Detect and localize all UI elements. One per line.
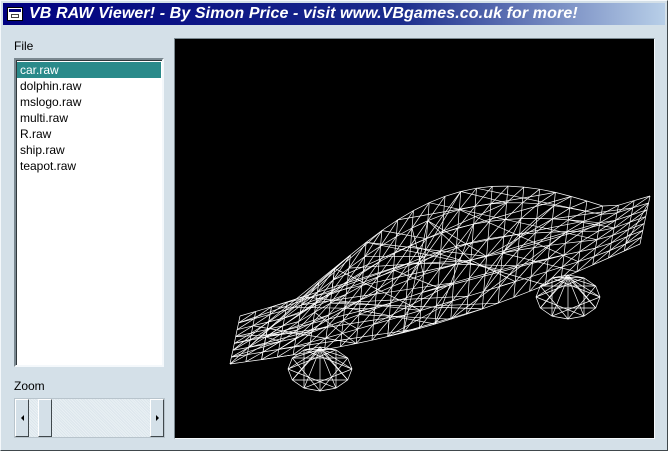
list-item[interactable]: teapot.raw xyxy=(17,158,161,174)
window-title: VB RAW Viewer! - By Simon Price - visit … xyxy=(29,5,578,22)
zoom-label: Zoom xyxy=(14,379,45,393)
list-item[interactable]: mslogo.raw xyxy=(17,94,161,110)
file-list: car.raw dolphin.raw mslogo.raw multi.raw R.r… xyxy=(16,60,162,174)
title-bar[interactable]: VB RAW Viewer! - By Simon Price - visit … xyxy=(3,3,665,25)
app-window-icon[interactable] xyxy=(7,7,23,21)
zoom-thumb[interactable] xyxy=(38,399,52,437)
file-label: File xyxy=(14,39,34,53)
zoom-track[interactable] xyxy=(29,399,150,437)
scroll-left-arrow-icon xyxy=(20,415,24,421)
scroll-right-arrow-icon xyxy=(155,415,159,421)
car-wireframe xyxy=(229,185,651,392)
list-item[interactable]: R.raw xyxy=(17,126,161,142)
list-item[interactable]: dolphin.raw xyxy=(17,78,161,94)
render-viewport[interactable] xyxy=(174,38,655,439)
list-item[interactable]: car.raw xyxy=(17,62,161,78)
zoom-decrease-button[interactable] xyxy=(15,399,29,437)
file-listbox[interactable]: car.raw dolphin.raw mslogo.raw multi.raw R.r… xyxy=(14,58,164,367)
zoom-scrollbar[interactable] xyxy=(14,398,165,438)
list-item[interactable]: multi.raw xyxy=(17,110,161,126)
list-item[interactable]: ship.raw xyxy=(17,142,161,158)
main-window: VB RAW Viewer! - By Simon Price - visit … xyxy=(0,0,668,451)
zoom-increase-button[interactable] xyxy=(150,399,164,437)
